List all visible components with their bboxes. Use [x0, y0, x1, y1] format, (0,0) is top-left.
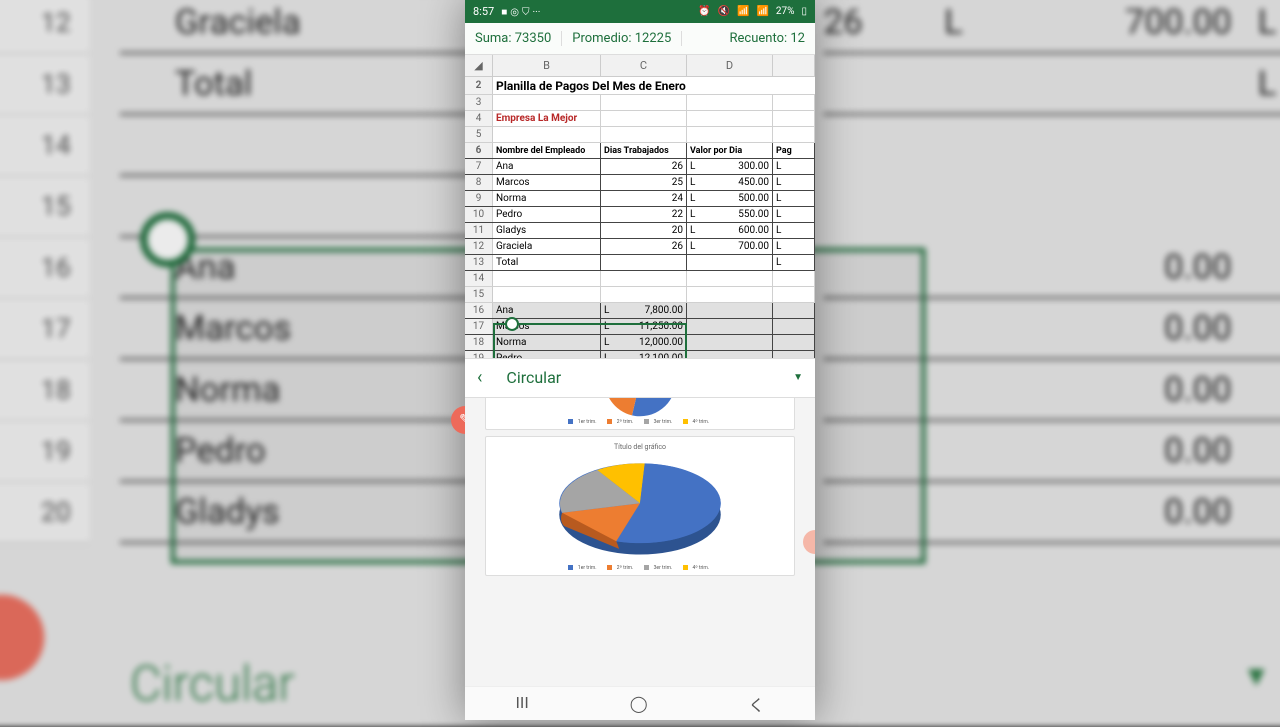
spreadsheet-body[interactable]: 2Planilla de Pagos Del Mes de Enero 3 4E… — [465, 77, 815, 358]
chart-style-flat-pie[interactable]: 1er trim. 2º trim. 3er trim. 4º trim. — [485, 398, 795, 430]
select-all-corner[interactable]: ◢ — [465, 55, 493, 76]
bg-selection-handle — [140, 212, 195, 267]
col-header-b[interactable]: B — [493, 55, 601, 76]
bg-dropdown-icon: ▼ — [1242, 659, 1270, 693]
header-rate[interactable]: Valor por Dia — [687, 143, 773, 158]
status-right-icons: ⏰🔇📶📶 27%▯ — [695, 6, 807, 17]
column-headers: ◢ B C D — [465, 55, 815, 77]
chart-style-3d-pie[interactable]: Título del gráfico 1er trim. 2º trim. 3e… — [485, 436, 795, 576]
status-left-icons: ■◎⛉··· — [498, 5, 540, 18]
nav-recents-button[interactable]: III — [515, 695, 528, 713]
chart-dropdown-icon[interactable]: ▼ — [793, 372, 803, 383]
selection-stats-bar: Suma: 73350 Promedio: 12225 Recuento: 12 — [465, 23, 815, 55]
chart-back-button[interactable]: ‹ — [477, 367, 482, 388]
nav-back-button[interactable]: く — [749, 692, 765, 716]
emp-name[interactable]: Ana — [493, 159, 601, 174]
header-days[interactable]: Dias Trabajados — [601, 143, 687, 158]
col-header-e[interactable] — [773, 55, 815, 76]
bg-chart-label: Circular — [130, 655, 295, 713]
col-header-c[interactable]: C — [601, 55, 687, 76]
stat-average: Promedio: 12225 — [562, 31, 682, 46]
sheet-title[interactable]: Planilla de Pagos Del Mes de Enero — [493, 77, 815, 94]
chart-legend-3d: 1er trim. 2º trim. 3er trim. 4º trim. — [490, 565, 790, 571]
android-statusbar: 8:57 ■◎⛉··· ⏰🔇📶📶 27%▯ — [465, 0, 815, 23]
nav-home-button[interactable]: ◯ — [630, 694, 648, 714]
col-header-d[interactable]: D — [687, 55, 773, 76]
android-navbar: III ◯ く — [465, 686, 815, 720]
partial-fab-icon — [803, 530, 815, 554]
company-name[interactable]: Empresa La Mejor — [493, 111, 601, 126]
status-battery: 27% — [776, 6, 795, 17]
summary-name[interactable]: Ana — [493, 303, 601, 318]
bg-row-header: 12 — [0, 0, 89, 54]
chart-legend: 1er trim. 2º trim. 3er trim. 4º trim. — [490, 419, 790, 425]
status-time: 8:57 — [473, 5, 494, 18]
stat-sum: Suma: 73350 — [465, 31, 562, 46]
phone-screen: 8:57 ■◎⛉··· ⏰🔇📶📶 27%▯ Suma: 73350 Promed… — [465, 0, 815, 720]
total-label[interactable]: Total — [493, 255, 601, 270]
stat-count: Recuento: 12 — [720, 31, 815, 46]
chart-sample-title: Título del gráfico — [490, 443, 790, 451]
chart-type-label[interactable]: Circular — [506, 368, 793, 387]
header-pay[interactable]: Pag — [773, 143, 815, 158]
bg-fab — [0, 595, 44, 681]
header-name[interactable]: Nombre del Empleado — [493, 143, 601, 158]
chart-preview-area[interactable]: 1er trim. 2º trim. 3er trim. 4º trim. Tí… — [465, 398, 815, 687]
chart-type-bar: ‹ Circular ▼ — [465, 358, 815, 398]
